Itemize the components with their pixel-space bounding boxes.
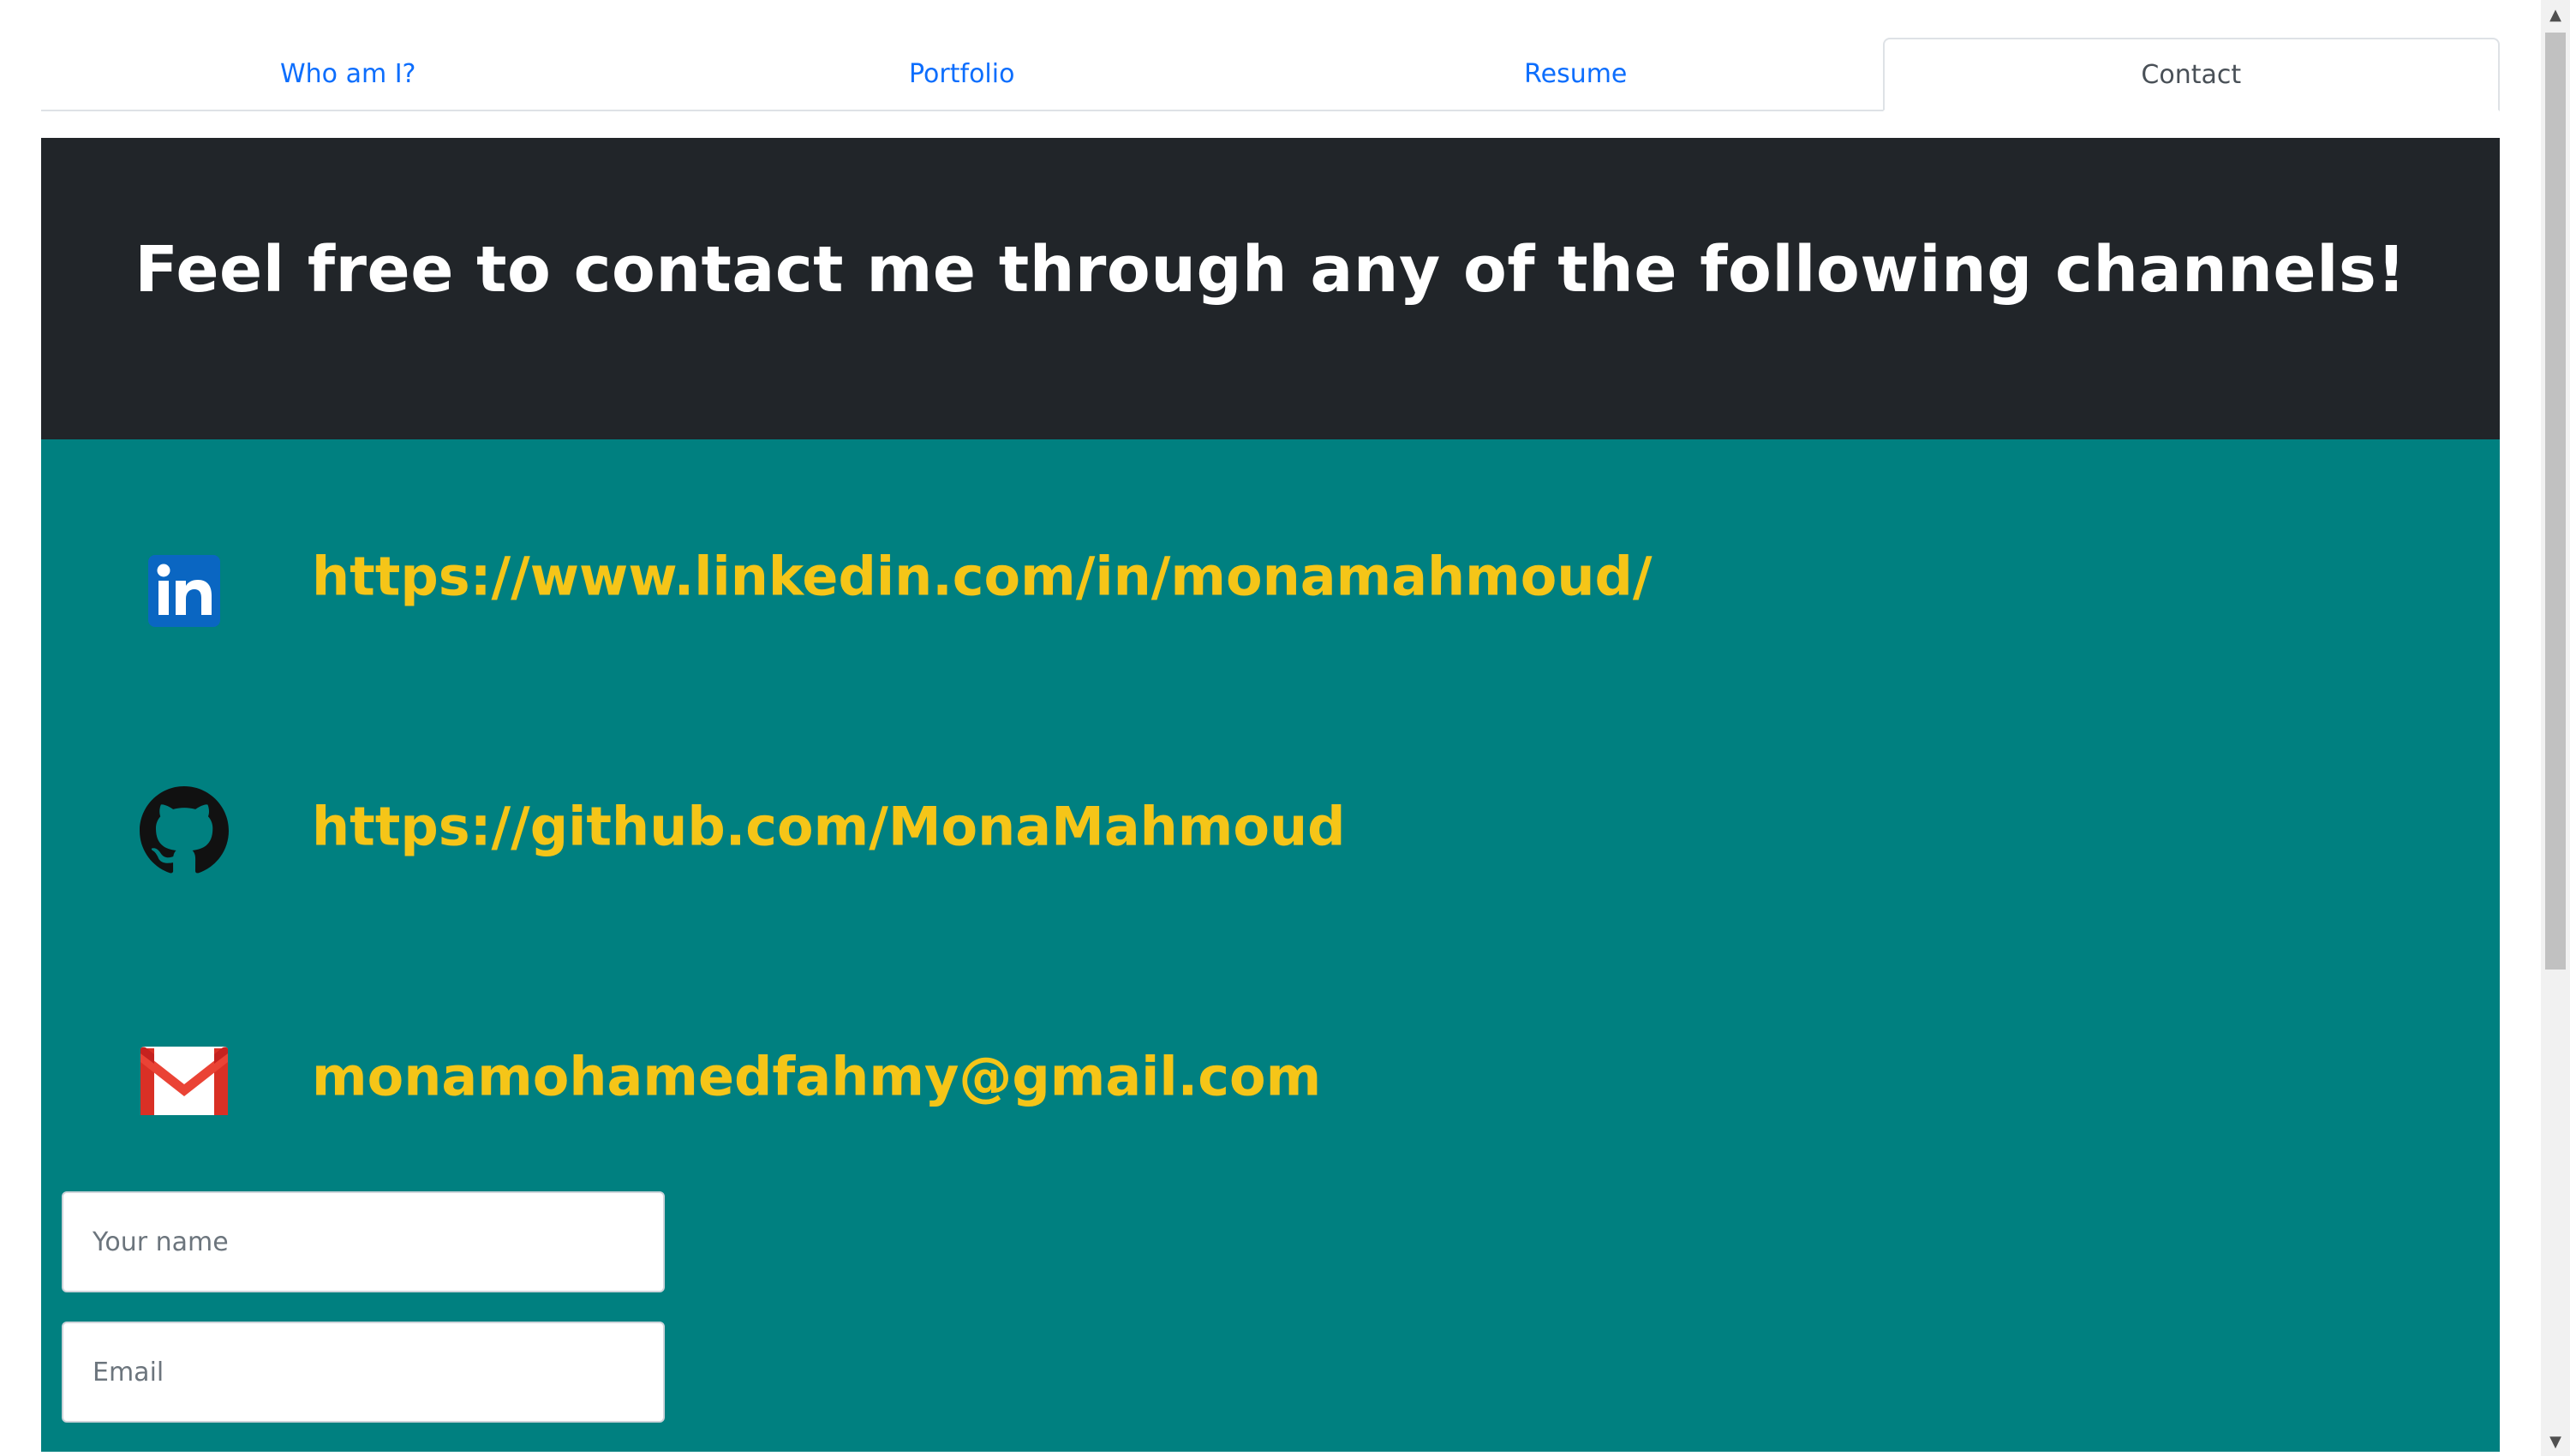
nav-tabs: Who am I? Portfolio Resume Contact <box>41 38 2500 111</box>
gmail-icon[interactable] <box>137 1034 231 1128</box>
contact-header: Feel free to contact me through any of t… <box>41 138 2500 439</box>
tab-resume[interactable]: Resume <box>1269 38 1883 110</box>
email-input[interactable] <box>62 1322 665 1423</box>
scroll-up-arrow-icon[interactable]: ▲ <box>2541 0 2570 29</box>
page-title: Feel free to contact me through any of t… <box>134 233 2406 307</box>
name-input[interactable] <box>62 1191 665 1292</box>
scroll-down-arrow-icon[interactable]: ▼ <box>2541 1427 2570 1456</box>
contact-channels-section: https://www.linkedin.com/in/monamahmoud/… <box>41 439 2500 1452</box>
email-link[interactable]: monamohamedfahmy@gmail.com <box>312 1046 1321 1108</box>
tab-who-am-i[interactable]: Who am I? <box>41 38 655 110</box>
linkedin-icon[interactable] <box>137 544 231 638</box>
tab-contact[interactable]: Contact <box>1882 38 2500 111</box>
tab-portfolio[interactable]: Portfolio <box>655 38 1270 110</box>
scrollbar-thumb[interactable] <box>2545 33 2566 970</box>
linkedin-link[interactable]: https://www.linkedin.com/in/monamahmoud/ <box>312 546 1653 608</box>
github-link[interactable]: https://github.com/MonaMahmoud <box>312 796 1346 858</box>
page-scrollbar[interactable]: ▲ ▼ <box>2541 0 2570 1456</box>
github-icon[interactable] <box>137 784 231 878</box>
contact-page: Who am I? Portfolio Resume Contact Feel … <box>0 0 2570 1456</box>
